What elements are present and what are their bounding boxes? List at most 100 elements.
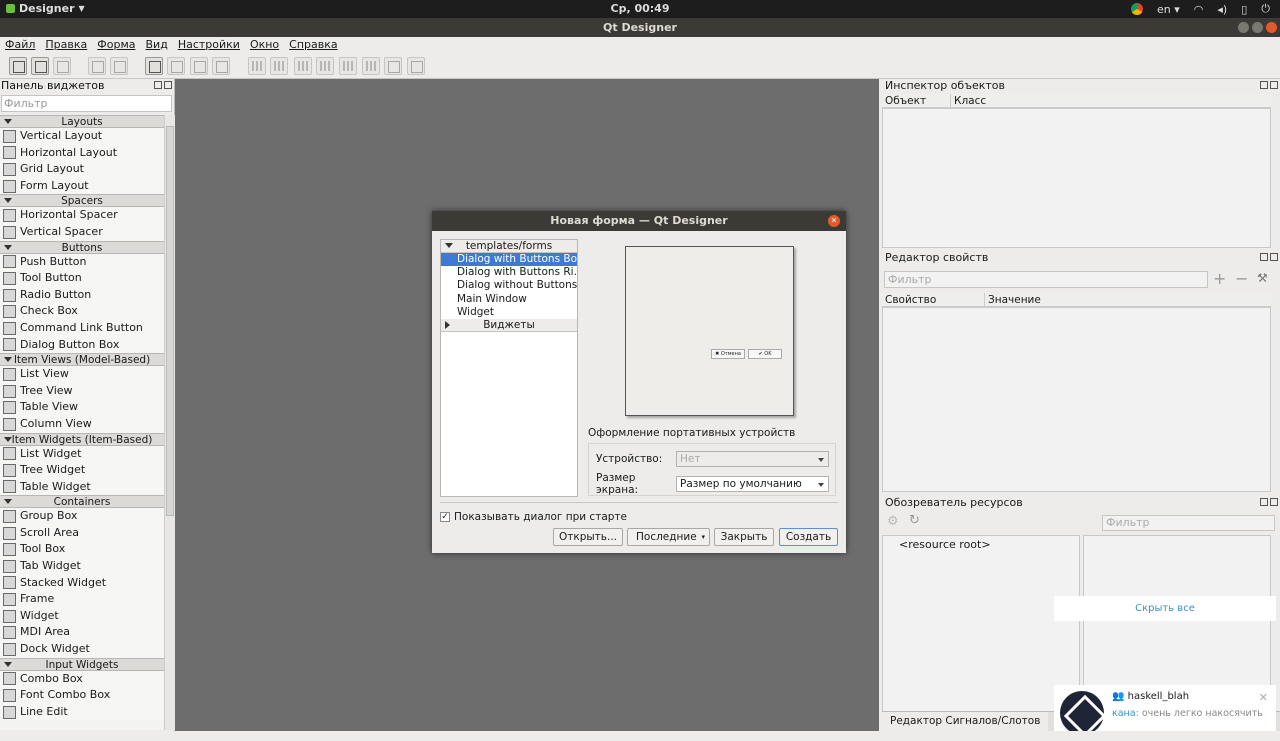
widget-item[interactable]: Font Combo Box	[0, 687, 164, 704]
chrome-icon[interactable]	[1131, 3, 1144, 15]
close-icon[interactable]	[1270, 253, 1278, 261]
adjust-size-icon[interactable]	[407, 57, 425, 75]
layout-grid-icon[interactable]	[339, 57, 357, 75]
clock[interactable]: Ср, 00:49	[0, 2, 1280, 15]
menu-form[interactable]: Форма	[97, 37, 135, 53]
widget-category-header[interactable]: Layouts	[0, 115, 164, 128]
layout-vertical-icon[interactable]	[270, 57, 288, 75]
property-filter-input[interactable]: Фильтр	[884, 271, 1208, 288]
resource-filter-input[interactable]: Фильтр	[1102, 515, 1275, 531]
configure-icon[interactable]: ⚒	[1257, 271, 1268, 285]
widget-item[interactable]: Scroll Area	[0, 524, 164, 542]
close-notification-icon[interactable]: ✕	[1259, 691, 1268, 704]
create-button[interactable]: Создать	[779, 528, 838, 546]
widget-item[interactable]: Grid Layout	[0, 161, 164, 178]
widget-item[interactable]: Dock Widget	[0, 641, 164, 658]
menu-settings[interactable]: Настройки	[178, 37, 240, 53]
float-icon[interactable]	[1260, 498, 1268, 506]
close-button[interactable]	[1266, 22, 1277, 33]
dialog-close-icon[interactable]: ✕	[828, 215, 840, 227]
widget-category-header[interactable]: Buttons	[0, 240, 164, 254]
widget-item[interactable]: Table View	[0, 399, 164, 416]
widget-filter-input[interactable]: Фильтр	[1, 95, 172, 112]
column-class[interactable]: Класс	[951, 94, 1271, 107]
float-icon[interactable]	[154, 81, 162, 89]
screen-size-combo[interactable]: Размер по умолчанию	[676, 476, 829, 492]
widget-category-header[interactable]: Input Widgets	[0, 657, 164, 671]
open-form-icon[interactable]	[31, 57, 49, 75]
close-icon[interactable]	[1270, 81, 1278, 89]
template-item[interactable]: Dialog with Buttons Ri...	[441, 266, 577, 279]
tab-signal-slot-editor[interactable]: Редактор Сигналов/Слотов	[882, 712, 1049, 731]
widget-item[interactable]: Horizontal Spacer	[0, 207, 164, 224]
reload-icon[interactable]: ↻	[909, 513, 920, 528]
minimize-button[interactable]	[1238, 22, 1249, 33]
resource-root-item[interactable]: <resource root>	[899, 538, 991, 551]
widget-category-header[interactable]: Containers	[0, 495, 164, 509]
menu-help[interactable]: Справка	[289, 37, 337, 53]
widget-item[interactable]: Vertical Layout	[0, 128, 164, 145]
menu-view[interactable]: Вид	[146, 37, 168, 53]
widget-item[interactable]: Frame	[0, 591, 164, 608]
battery-icon[interactable]: ▯	[1241, 3, 1247, 16]
remove-property-icon[interactable]: −	[1235, 269, 1248, 288]
hide-all-notifications-button[interactable]: Скрыть все	[1054, 596, 1276, 621]
template-item[interactable]: Dialog without Buttons	[441, 279, 577, 292]
column-object[interactable]: Объект	[882, 94, 951, 107]
widget-item[interactable]: Command Link Button	[0, 319, 164, 337]
widget-item[interactable]: Tool Button	[0, 270, 164, 287]
power-icon[interactable]: ⏻	[1261, 2, 1270, 16]
maximize-button[interactable]	[1252, 22, 1263, 33]
float-icon[interactable]	[1260, 81, 1268, 89]
edit-tab-order-icon[interactable]	[212, 57, 230, 75]
menu-file[interactable]: Файл	[5, 37, 35, 53]
widget-item[interactable]: List Widget	[0, 445, 164, 463]
property-table[interactable]	[882, 307, 1271, 492]
templates-forms-header[interactable]: templates/forms	[441, 240, 577, 253]
edit-signals-icon[interactable]	[167, 57, 185, 75]
resource-tree[interactable]: <resource root>	[882, 535, 1080, 731]
float-icon[interactable]	[1260, 253, 1268, 261]
close-icon[interactable]	[164, 81, 172, 89]
widget-item[interactable]: Stacked Widget	[0, 574, 164, 592]
break-layout-icon[interactable]	[384, 57, 402, 75]
scrollbar-thumb[interactable]	[166, 126, 174, 516]
layout-form-icon[interactable]	[362, 57, 380, 75]
close-icon[interactable]	[1270, 498, 1278, 506]
template-item[interactable]: Dialog with Buttons Bo...	[441, 253, 577, 267]
widget-list-scrollbar[interactable]	[164, 115, 175, 730]
layout-h-splitter-icon[interactable]	[294, 57, 312, 75]
volume-icon[interactable]: ◂)	[1217, 3, 1227, 16]
widget-item[interactable]: Combo Box	[0, 670, 164, 688]
widget-item[interactable]: Tree Widget	[0, 462, 164, 479]
widget-item[interactable]: Radio Button	[0, 286, 164, 304]
widget-category-header[interactable]: Item Views (Model-Based)	[0, 353, 164, 367]
template-item[interactable]: Widget	[441, 306, 577, 319]
layout-horizontal-icon[interactable]	[248, 57, 266, 75]
checkmark-icon[interactable]: ✓	[440, 512, 450, 522]
widget-category-header[interactable]: Spacers	[0, 194, 164, 208]
edit-widgets-icon[interactable]	[145, 57, 163, 75]
widget-item[interactable]: Form Layout	[0, 177, 164, 195]
template-item[interactable]: Main Window	[441, 293, 577, 306]
widget-item[interactable]: Horizontal Layout	[0, 144, 164, 162]
column-value[interactable]: Значение	[985, 293, 1271, 306]
recent-button[interactable]: Последние ▾	[627, 528, 710, 546]
open-button[interactable]: Открыть...	[553, 528, 623, 546]
widget-item[interactable]: Table Widget	[0, 478, 164, 496]
widget-item[interactable]: MDI Area	[0, 624, 164, 642]
widget-item[interactable]: List View	[0, 366, 164, 383]
object-tree[interactable]	[882, 108, 1271, 248]
widget-item[interactable]: Column View	[0, 415, 164, 433]
widgets-header[interactable]: Виджеты	[441, 318, 577, 332]
edit-resources-icon[interactable]: ⚙	[887, 514, 899, 529]
device-combo[interactable]: Нет	[676, 451, 829, 467]
widget-item[interactable]: Vertical Spacer	[0, 223, 164, 241]
new-form-icon[interactable]	[9, 57, 27, 75]
add-property-icon[interactable]: +	[1213, 269, 1226, 288]
layout-v-splitter-icon[interactable]	[316, 57, 334, 75]
send-to-back-icon[interactable]	[88, 57, 106, 75]
widget-item[interactable]: Tab Widget	[0, 558, 164, 575]
menu-edit[interactable]: Правка	[45, 37, 87, 53]
widget-item[interactable]: Tree View	[0, 382, 164, 400]
